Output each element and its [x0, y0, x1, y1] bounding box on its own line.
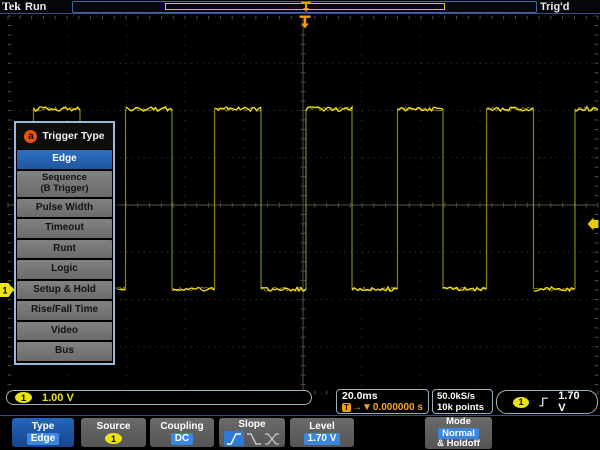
record-view-bar	[72, 1, 537, 13]
trigger-level-value: 1.70 V	[558, 390, 588, 414]
acquisition-readout: 50.0kS/s 10k points	[432, 389, 493, 414]
slope-button-title: Slope	[238, 419, 265, 430]
menu-item-rise-fall-time[interactable]: Rise/Fall Time	[17, 301, 112, 320]
coupling-button-value: DC	[171, 433, 193, 445]
menu-item-pulse-width[interactable]: Pulse Width	[17, 199, 112, 218]
menu-item-setup-hold[interactable]: Setup & Hold	[17, 281, 112, 300]
type-button[interactable]: Type Edge	[12, 418, 74, 447]
slope-rising-icon	[224, 431, 244, 446]
coupling-button-title: Coupling	[160, 421, 203, 432]
bottom-menu-bar: Type Edge Source 1 Coupling DC Slope	[0, 415, 600, 450]
mode-button-value: Normal	[438, 428, 479, 439]
level-button[interactable]: Level 1.70 V	[290, 418, 354, 447]
type-button-value: Edge	[27, 433, 59, 445]
trigger-source-badge-icon: 1	[513, 397, 529, 408]
level-button-title: Level	[309, 421, 335, 432]
channel1-badge-icon: 1	[15, 392, 32, 403]
menu-item-sequence[interactable]: Sequence(B Trigger)	[17, 171, 112, 197]
sample-rate-value: 50.0kS/s	[437, 391, 492, 402]
source-button[interactable]: Source 1	[81, 418, 146, 447]
trigger-readout: 1 1.70 V	[496, 390, 598, 414]
oscilloscope-screen: Tek Run Trig'd 1 a Trigger Type Edge Sequ…	[0, 0, 600, 450]
top-status-bar: Tek Run Trig'd	[0, 0, 600, 14]
menu-item-timeout[interactable]: Timeout	[17, 219, 112, 238]
record-trigger-position-icon	[301, 2, 311, 12]
source-channel-badge-icon: 1	[105, 433, 122, 444]
mode-button-value2: & Holdoff	[437, 439, 480, 450]
delay-arrows-icon: →▼	[352, 402, 372, 413]
svg-text:1: 1	[3, 286, 8, 296]
slope-options	[224, 431, 280, 446]
acquisition-status: Run	[25, 0, 46, 14]
trigger-type-menu-header: a Trigger Type	[16, 123, 113, 149]
trigger-t-icon: T	[342, 403, 351, 412]
trigger-type-menu-items: Edge Sequence(B Trigger) Pulse WidthTimeou…	[16, 149, 113, 363]
tek-logo: Tek	[2, 0, 21, 13]
trigger-status: Trig'd	[540, 0, 570, 14]
slope-button[interactable]: Slope	[219, 418, 285, 447]
trigger-type-menu-title: Trigger Type	[42, 130, 104, 142]
horizontal-delay-row: T →▼ 0.000000 s	[342, 402, 428, 413]
source-button-title: Source	[97, 421, 131, 432]
mode-button-title: Mode	[446, 417, 471, 428]
menu-item-video[interactable]: Video	[17, 322, 112, 341]
level-button-value: 1.70 V	[304, 433, 341, 445]
type-button-title: Type	[32, 421, 55, 432]
slope-either-icon	[264, 433, 280, 445]
multipurpose-knob-a-icon: a	[24, 130, 37, 143]
menu-item-edge[interactable]: Edge	[17, 150, 112, 169]
channel1-scale-value: 1.00 V	[42, 392, 74, 404]
mode-button[interactable]: Mode Normal & Holdoff	[425, 417, 492, 449]
menu-item-bus[interactable]: Bus	[17, 342, 112, 361]
horizontal-scale-value: 20.0ms	[342, 391, 428, 402]
menu-item-runt[interactable]: Runt	[17, 240, 112, 259]
slope-falling-icon	[246, 433, 262, 445]
horizontal-delay-value: 0.000000 s	[373, 402, 423, 413]
rising-edge-icon	[538, 396, 549, 408]
menu-item-logic[interactable]: Logic	[17, 260, 112, 279]
record-length-value: 10k points	[437, 402, 492, 413]
horizontal-readout: 20.0ms T →▼ 0.000000 s	[336, 389, 429, 414]
channel1-scale-readout: 1 1.00 V	[6, 390, 312, 405]
trigger-type-menu: a Trigger Type Edge Sequence(B Trigger) Pu…	[14, 121, 115, 365]
coupling-button[interactable]: Coupling DC	[150, 418, 214, 447]
